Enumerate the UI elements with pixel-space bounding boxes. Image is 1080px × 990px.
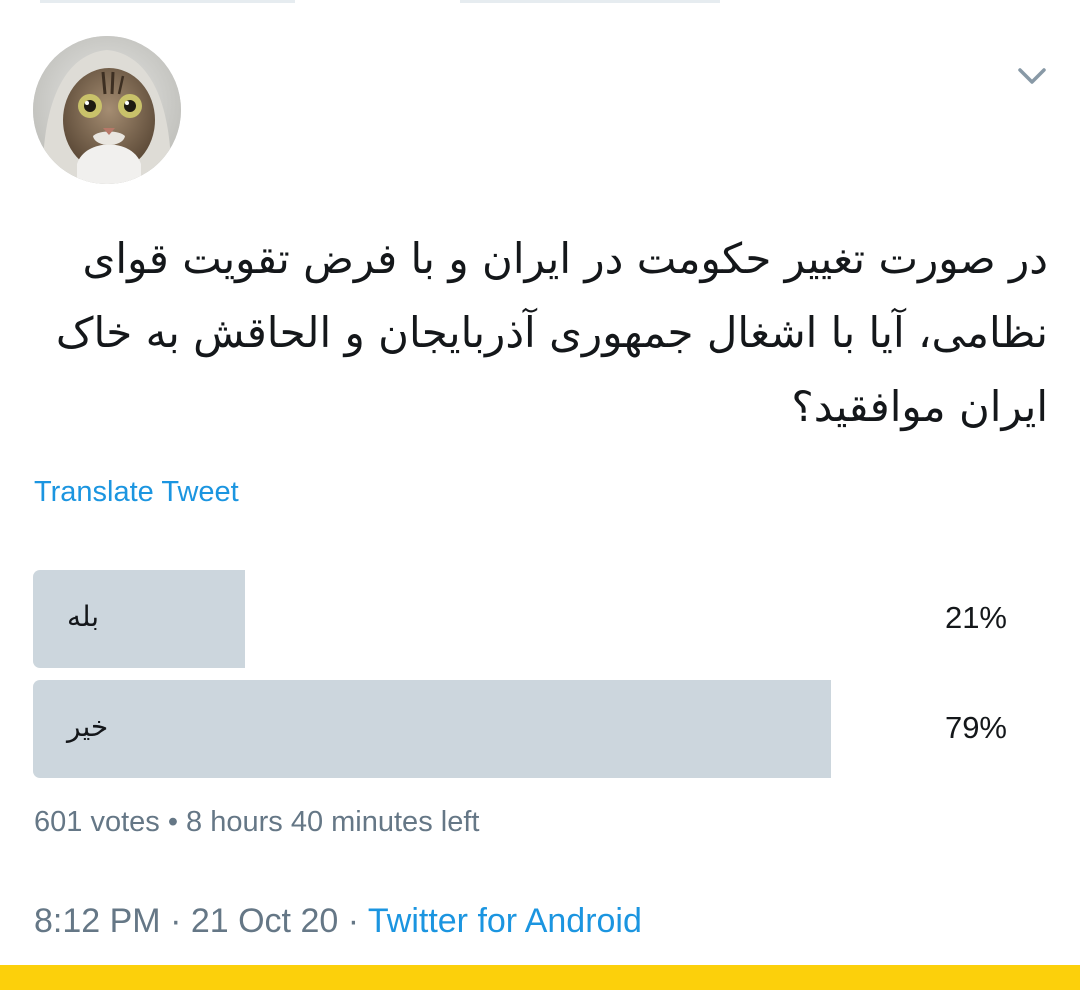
- top-divider-right: [460, 0, 720, 3]
- poll-option-label: بله: [67, 600, 100, 633]
- cat-avatar-image: [33, 36, 181, 184]
- poll-option-2[interactable]: خیر 79%: [33, 680, 1043, 778]
- poll-option-percent: 79%: [944, 710, 1007, 745]
- avatar[interactable]: [33, 36, 181, 184]
- poll-votes: 601 votes: [34, 806, 160, 838]
- poll-option-1[interactable]: بله 21%: [33, 570, 1043, 668]
- tweet-source-link[interactable]: Twitter for Android: [368, 902, 642, 940]
- bottom-accent-bar: [0, 965, 1080, 990]
- translate-tweet-link[interactable]: Translate Tweet: [34, 476, 239, 509]
- poll-option-label: خیر: [67, 710, 109, 743]
- top-divider-left: [40, 0, 295, 3]
- poll-option-percent: 21%: [944, 600, 1007, 635]
- poll-bar: [33, 680, 831, 778]
- poll-time-left: 8 hours 40 minutes left: [186, 806, 480, 838]
- tweet-timestamp-line: 8:12 PM · 21 Oct 20 · Twitter for Androi…: [34, 902, 642, 941]
- tweet-timestamp: 8:12 PM · 21 Oct 20: [34, 902, 339, 940]
- chevron-down-icon[interactable]: [1012, 60, 1052, 90]
- poll-meta-dot: •: [159, 806, 187, 838]
- tweet-text: در صورت تغییر حکومت در ایران و با فرض تق…: [55, 234, 1048, 431]
- poll-bar: [33, 570, 245, 668]
- timestamp-separator: ·: [338, 902, 368, 940]
- poll-meta: 601 votes • 8 hours 40 minutes left: [34, 806, 479, 839]
